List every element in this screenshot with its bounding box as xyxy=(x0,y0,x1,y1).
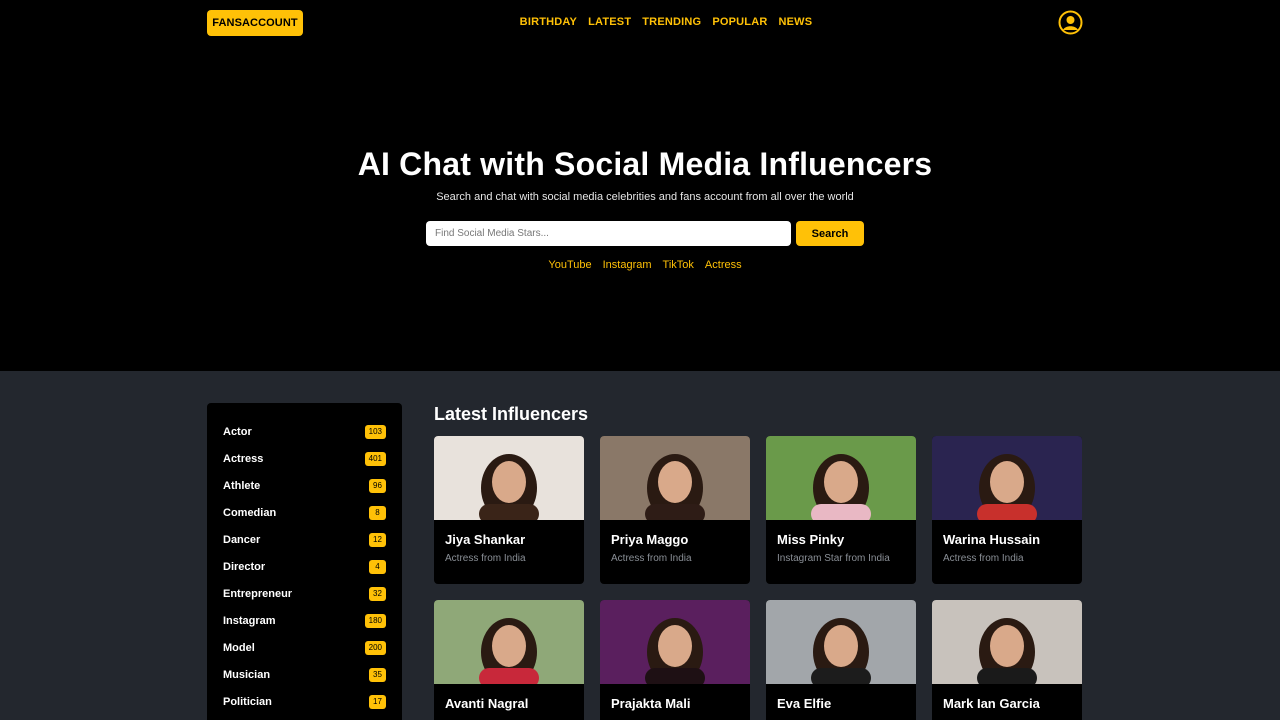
quick-link-youtube[interactable]: YouTube xyxy=(548,259,591,271)
category-label: Politician xyxy=(223,695,272,708)
influencer-name[interactable]: Miss Pinky xyxy=(766,520,916,547)
category-musician[interactable]: Musician 35 xyxy=(207,661,402,688)
main-nav: BIRTHDAY LATEST TRENDING POPULAR NEWS xyxy=(0,16,1280,28)
influencer-photo xyxy=(434,600,584,684)
category-dancer[interactable]: Dancer 12 xyxy=(207,526,402,553)
influencer-description xyxy=(932,711,1082,717)
category-label: Instagram xyxy=(223,614,276,627)
category-label: Actor xyxy=(223,425,252,438)
influencer-description: Actress from India xyxy=(445,553,526,564)
influencer-photo xyxy=(600,600,750,684)
category-count-badge: 401 xyxy=(364,451,386,466)
quick-link-actress[interactable]: Actress xyxy=(705,259,742,271)
nav-latest[interactable]: LATEST xyxy=(588,16,631,28)
influencer-name[interactable]: Eva Elfie xyxy=(766,684,916,711)
influencer-card[interactable]: Miss Pinky Instagram Star from India xyxy=(766,436,916,584)
influencer-name[interactable]: Priya Maggo xyxy=(600,520,750,547)
nav-trending[interactable]: TRENDING xyxy=(642,16,701,28)
influencer-card[interactable]: Warina Hussain Actress from India xyxy=(932,436,1082,584)
category-label: Model xyxy=(223,641,255,654)
category-count-badge: 4 xyxy=(369,559,386,574)
category-label: Director xyxy=(223,560,266,573)
influencer-card[interactable]: Prajakta Mali xyxy=(600,600,750,720)
category-count-badge: 96 xyxy=(369,478,386,493)
influencer-photo xyxy=(932,600,1082,684)
search-button[interactable]: Search xyxy=(796,221,864,246)
influencer-card[interactable]: Jiya Shankar Actress from India xyxy=(434,436,584,584)
category-count-badge: 32 xyxy=(369,586,386,601)
category-count-badge: 180 xyxy=(364,613,386,628)
hero-subtitle: Search and chat with social media celebr… xyxy=(436,191,854,203)
section-title: Latest Influencers xyxy=(434,404,589,424)
influencer-photo xyxy=(766,436,916,520)
influencer-name[interactable]: Mark Ian Garcia xyxy=(932,684,1082,711)
category-label: Dancer xyxy=(223,533,261,546)
user-account-icon[interactable] xyxy=(1058,10,1083,35)
influencer-description xyxy=(434,711,584,717)
influencer-description: Actress from India xyxy=(943,553,1024,564)
influencer-name[interactable]: Jiya Shankar xyxy=(434,520,584,547)
category-entrepreneur[interactable]: Entrepreneur 32 xyxy=(207,580,402,607)
category-model[interactable]: Model 200 xyxy=(207,634,402,661)
nav-popular[interactable]: POPULAR xyxy=(712,16,767,28)
category-count-badge: 103 xyxy=(364,424,386,439)
category-count-badge: 200 xyxy=(364,640,386,655)
quick-links: YouTube Instagram TikTok Actress xyxy=(0,259,1280,271)
search-input[interactable] xyxy=(426,221,791,246)
category-count-badge: 8 xyxy=(369,505,386,520)
category-count-badge: 17 xyxy=(369,694,386,709)
category-count-badge: 35 xyxy=(369,667,386,682)
nav-news[interactable]: NEWS xyxy=(779,16,813,28)
category-label: Actress xyxy=(223,452,264,465)
influencer-card[interactable]: Mark Ian Garcia xyxy=(932,600,1082,720)
quick-link-instagram[interactable]: Instagram xyxy=(603,259,652,271)
influencer-description xyxy=(600,711,750,717)
category-director[interactable]: Director 4 xyxy=(207,553,402,580)
category-actress[interactable]: Actress 401 xyxy=(207,445,402,472)
influencer-name[interactable]: Avanti Nagral xyxy=(434,684,584,711)
category-label: Musician xyxy=(223,668,271,681)
category-label: Comedian xyxy=(223,506,277,519)
category-instagram[interactable]: Instagram 180 xyxy=(207,607,402,634)
quick-link-tiktok[interactable]: TikTok xyxy=(663,259,694,271)
category-actor[interactable]: Actor 103 xyxy=(207,418,402,445)
influencer-name[interactable]: Warina Hussain xyxy=(932,520,1082,547)
influencer-grid: Jiya Shankar Actress from India Priya Ma… xyxy=(434,436,1084,720)
influencer-description: Actress from India xyxy=(611,553,692,564)
hero-title: AI Chat with Social Media Influencers xyxy=(357,146,933,182)
influencer-photo xyxy=(766,600,916,684)
influencer-card[interactable]: Priya Maggo Actress from India xyxy=(600,436,750,584)
influencer-card[interactable]: Avanti Nagral xyxy=(434,600,584,720)
influencer-photo xyxy=(434,436,584,520)
influencer-description xyxy=(766,711,916,717)
category-label: Athlete xyxy=(223,479,261,492)
influencer-card[interactable]: Eva Elfie xyxy=(766,600,916,720)
influencer-photo xyxy=(600,436,750,520)
influencer-name[interactable]: Prajakta Mali xyxy=(600,684,750,711)
influencer-description: Instagram Star from India xyxy=(777,553,890,564)
category-comedian[interactable]: Comedian 8 xyxy=(207,499,402,526)
category-count-badge: 12 xyxy=(369,532,386,547)
category-politician[interactable]: Politician 17 xyxy=(207,688,402,715)
influencer-photo xyxy=(932,436,1082,520)
hero-section: FANSACCOUNT BIRTHDAY LATEST TRENDING POP… xyxy=(0,0,1280,371)
category-athlete[interactable]: Athlete 96 xyxy=(207,472,402,499)
category-label: Entrepreneur xyxy=(223,587,293,600)
nav-birthday[interactable]: BIRTHDAY xyxy=(520,16,577,28)
category-sidebar: Actor 103 Actress 401 Athlete 96 Comedian 8 … xyxy=(207,403,402,720)
